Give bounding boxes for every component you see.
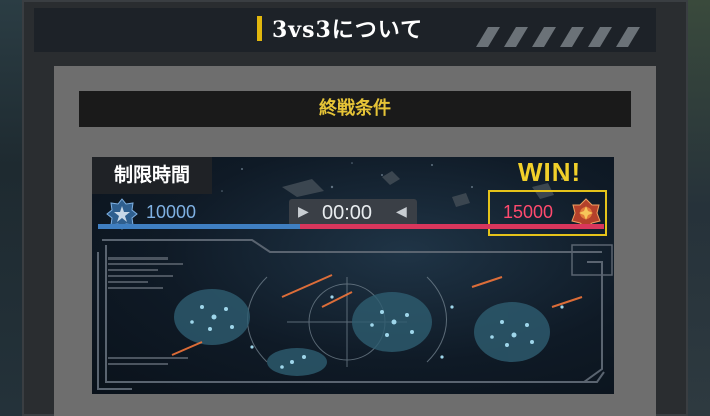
- section-title: 終戦条件: [319, 98, 391, 119]
- page-title: 3vs3について: [272, 17, 424, 43]
- timer-value: 00:00: [322, 202, 373, 224]
- score-bar: [98, 224, 604, 229]
- background-right-edge: [688, 0, 710, 416]
- blue-team-score: 10000: [146, 202, 197, 222]
- rewind-icon: ◀: [396, 204, 407, 220]
- score-bar-red: [300, 224, 604, 229]
- title-accent: [257, 16, 262, 41]
- title-stripes-decoration: [476, 27, 640, 47]
- time-limit-tag: 制限時間: [92, 157, 212, 194]
- win-label: WIN!: [518, 157, 582, 187]
- red-team-score: 15000: [503, 202, 554, 222]
- background-left-edge: [0, 0, 22, 416]
- play-icon: ▶: [298, 204, 309, 220]
- battle-screenshot: 制限時間 WIN! 10000 ▶ 00:00 ◀ 15000: [92, 157, 614, 394]
- score-bar-blue: [98, 224, 300, 229]
